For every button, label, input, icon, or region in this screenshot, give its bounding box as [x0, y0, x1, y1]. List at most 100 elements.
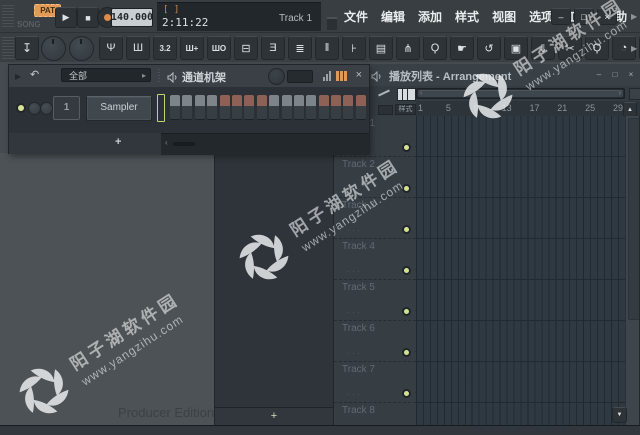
- playlist-horizontal-scrollbar[interactable]: ‹ ›: [416, 88, 625, 99]
- time-value[interactable]: 2:11:22: [162, 16, 208, 29]
- keyboard-preview[interactable]: [157, 94, 165, 122]
- titlebar-overflow-arrow[interactable]: ▶: [631, 12, 637, 21]
- track-mute-led[interactable]: [402, 225, 411, 234]
- step-cell-6[interactable]: [231, 95, 242, 120]
- step-cell-2[interactable]: [182, 95, 193, 120]
- track-row-5[interactable]: Track 5···◂: [334, 280, 418, 321]
- maximize-button[interactable]: □: [574, 8, 594, 25]
- piano-roll-icon[interactable]: [397, 88, 416, 101]
- channel-number-box[interactable]: 1: [53, 96, 80, 120]
- scroll-right-arrow[interactable]: ›: [619, 89, 621, 99]
- pattern-selector[interactable]: 样式: [395, 104, 416, 115]
- hand-tool-button[interactable]: ☛: [450, 36, 474, 60]
- step-cell-12[interactable]: [306, 95, 317, 120]
- menu-item-5[interactable]: 选项: [529, 8, 553, 25]
- new-file-button[interactable]: ▤: [369, 36, 393, 60]
- track-mute-led[interactable]: [402, 348, 411, 357]
- h-scrollbar-thumb[interactable]: [418, 90, 623, 97]
- swap-icon[interactable]: ↶: [30, 68, 39, 81]
- playlist-grid[interactable]: [416, 116, 625, 426]
- track-options-dots[interactable]: ···: [347, 307, 362, 317]
- step-cell-4[interactable]: [207, 95, 218, 120]
- step-cell-15[interactable]: [343, 95, 354, 120]
- typing-keyboard-add-button[interactable]: Ш+: [180, 36, 204, 60]
- track-row-4[interactable]: Track 4···◂: [334, 239, 418, 280]
- step-cell-14[interactable]: [331, 95, 342, 120]
- playlist-rows-button[interactable]: ≣: [288, 36, 312, 60]
- graph-editor-icon[interactable]: [323, 71, 331, 81]
- master-pitch-knob[interactable]: [69, 36, 94, 61]
- channel-rack-titlebar[interactable]: ▶ ↶ 全部 ▸ 通道机架 ×: [9, 65, 369, 88]
- blend-notes-button[interactable]: Ǝ: [261, 36, 285, 60]
- toolbar-grip[interactable]: [2, 37, 14, 59]
- channel-filter-dropdown[interactable]: 全部 ▸: [61, 68, 151, 82]
- undo-button[interactable]: ↺: [477, 36, 501, 60]
- track-options-dots[interactable]: ···: [347, 389, 362, 399]
- playlist-ruler[interactable]: 样式 1 5 9 13 17 21 25 29 ▲: [334, 101, 640, 117]
- collapse-icon[interactable]: ▶: [15, 72, 21, 81]
- rack-horizontal-scrollbar[interactable]: ‹: [161, 133, 369, 155]
- track-mute-led[interactable]: [402, 184, 411, 193]
- tempo-stepper[interactable]: ▲ ▼: [149, 10, 151, 18]
- track-mute-led[interactable]: [402, 143, 411, 152]
- playlist-minimize-button[interactable]: –: [592, 68, 606, 81]
- track-options-dots[interactable]: ···: [347, 266, 362, 276]
- rack-swing-knob[interactable]: [268, 68, 285, 85]
- zoom-stop-button[interactable]: [629, 88, 640, 100]
- track-options-dots[interactable]: ···: [347, 225, 362, 235]
- mic-stand-button[interactable]: Ϙ: [423, 36, 447, 60]
- menu-item-2[interactable]: 添加: [418, 8, 442, 25]
- add-channel-button[interactable]: +: [115, 136, 121, 148]
- step-edit-panel-button[interactable]: ⊟: [234, 36, 258, 60]
- microphone-button[interactable]: Ϙ: [585, 36, 609, 60]
- mixer-faders-button[interactable]: ǁ: [315, 36, 339, 60]
- menu-item-1[interactable]: 编辑: [381, 8, 405, 25]
- track-options-dots[interactable]: ···: [347, 184, 362, 194]
- close-button[interactable]: ×: [597, 8, 617, 25]
- rack-scroll-left-icon[interactable]: ‹: [165, 138, 168, 147]
- speaker-icon[interactable]: [371, 69, 382, 87]
- channel-volume-knob[interactable]: [40, 102, 53, 115]
- step-cell-3[interactable]: [194, 95, 205, 120]
- step-cell-11[interactable]: [293, 95, 304, 120]
- rack-speaker-icon[interactable]: [167, 70, 178, 88]
- pattern-mini-icon[interactable]: [378, 105, 393, 115]
- song-mode-button[interactable]: SONG: [17, 20, 41, 29]
- typing-keyboard-clock-button[interactable]: Ш: [126, 36, 150, 60]
- channel-enable-led[interactable]: [18, 105, 24, 111]
- track-mute-led[interactable]: [402, 307, 411, 316]
- browser-tree-button[interactable]: ⊦: [342, 36, 366, 60]
- track-row-7[interactable]: Track 7···◂: [334, 362, 418, 403]
- channel-button[interactable]: Sampler: [86, 96, 152, 121]
- scroll-up-button[interactable]: ▲: [623, 102, 637, 117]
- step-cell-13[interactable]: [318, 95, 329, 120]
- stop-button[interactable]: ■: [77, 7, 99, 28]
- toolbar-overflow-arrow[interactable]: ▶: [631, 44, 637, 53]
- playlist-maximize-button[interactable]: □: [608, 68, 622, 81]
- step-cell-8[interactable]: [256, 95, 267, 120]
- step-cell-1[interactable]: [170, 95, 180, 120]
- multilink-controllers-button[interactable]: 3.2: [153, 36, 177, 60]
- save-button[interactable]: ▣: [504, 36, 528, 60]
- draw-tool-icon[interactable]: [378, 89, 390, 98]
- playlist-titlebar[interactable]: 播放列表 - Arrangement – □ ×: [334, 64, 640, 87]
- titlebar-grip[interactable]: [2, 5, 14, 27]
- scroll-left-arrow[interactable]: ‹: [420, 89, 422, 99]
- track-row-2[interactable]: Track 2···◂: [334, 157, 418, 198]
- step-cell-7[interactable]: [244, 95, 255, 120]
- tempo-display[interactable]: 140.000 ▲ ▼: [111, 8, 153, 27]
- record-to-disk-button[interactable]: ↧: [15, 36, 39, 60]
- typing-keyboard-loop-button[interactable]: ШO: [207, 36, 231, 60]
- track-mute-led[interactable]: [402, 266, 411, 275]
- step-cell-16[interactable]: [355, 95, 366, 120]
- save-new-version-button[interactable]: ⇓: [531, 36, 555, 60]
- menu-item-3[interactable]: 样式: [455, 8, 479, 25]
- playlist-vertical-scrollbar[interactable]: ▼: [612, 116, 640, 426]
- track-row-6[interactable]: Track 6···◂: [334, 321, 418, 362]
- side-panel-add-button[interactable]: +: [271, 410, 277, 422]
- track-row-8[interactable]: Track 8···◂: [334, 403, 416, 426]
- plugin-picker-button[interactable]: ⋔: [396, 36, 420, 60]
- play-button[interactable]: ▶: [55, 7, 77, 28]
- menu-item-0[interactable]: 文件: [344, 8, 368, 25]
- slingshot-tool-button[interactable]: Ψ: [99, 36, 123, 60]
